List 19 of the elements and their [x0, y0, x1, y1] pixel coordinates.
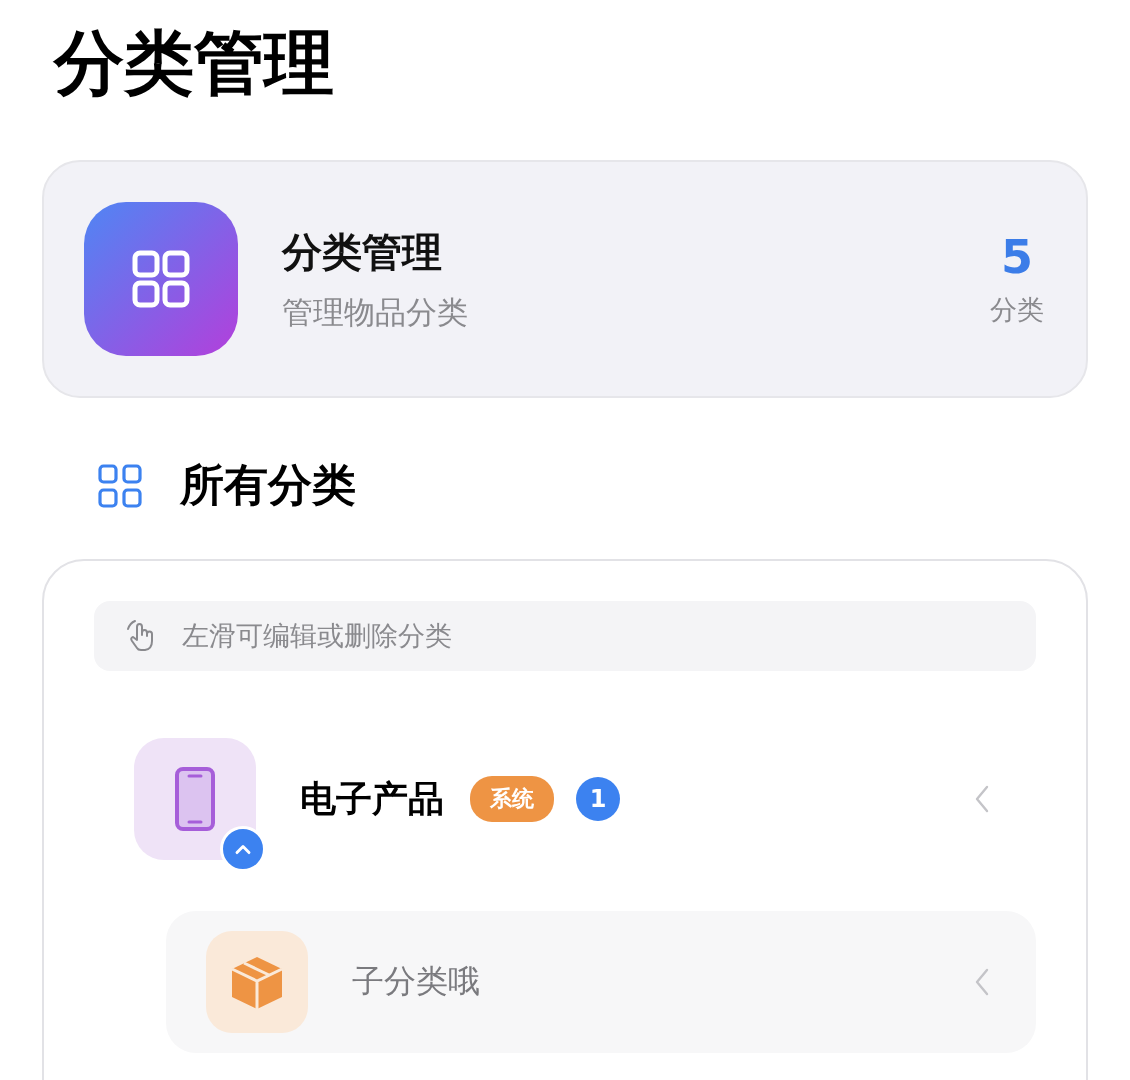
summary-subtitle: 管理物品分类 [282, 292, 469, 332]
system-tag: 系统 [470, 776, 554, 822]
box-icon [206, 931, 308, 1033]
subcategory-name: 子分类哦 [352, 961, 480, 1002]
grid-icon [98, 463, 142, 508]
summary-title: 分类管理 [282, 227, 443, 277]
subcategory-row[interactable]: 子分类哦 [166, 911, 1036, 1053]
grid-icon [84, 202, 238, 356]
section-title: 所有分类 [180, 458, 356, 512]
category-count: 5 [1001, 230, 1033, 284]
count-label: 分类 [990, 293, 1044, 327]
chevron-left-icon [974, 968, 990, 996]
category-row[interactable]: 电子产品 系统 1 [134, 730, 1036, 875]
page-title: 分类管理 [54, 21, 335, 106]
count-badge: 1 [576, 777, 620, 821]
chevron-left-icon [974, 785, 990, 813]
phone-icon [134, 738, 256, 860]
hint-text: 左滑可编辑或删除分类 [182, 619, 452, 653]
category-name: 电子产品 [300, 776, 444, 821]
